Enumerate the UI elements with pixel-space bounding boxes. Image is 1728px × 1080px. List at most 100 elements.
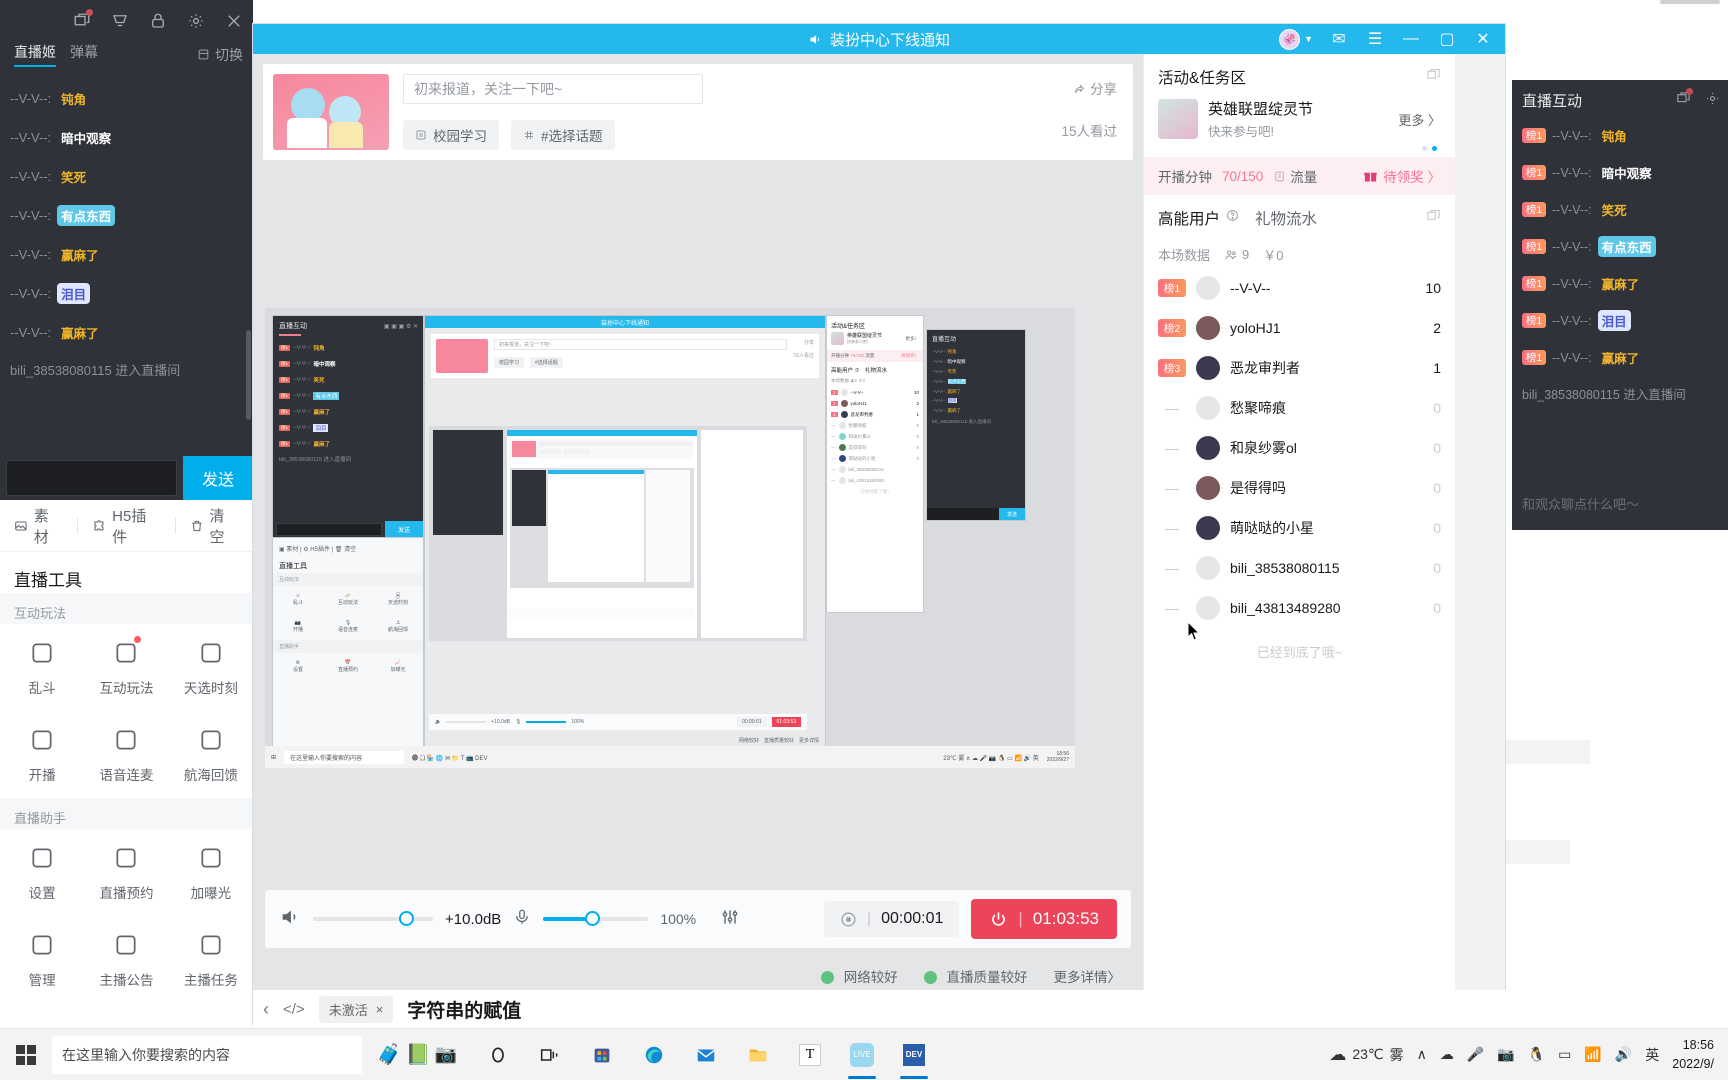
- screenshot-tool-icon[interactable]: 📷: [1497, 1046, 1514, 1063]
- tool-calendar-clock[interactable]: 直播预约: [84, 829, 168, 916]
- user-rank-row[interactable]: 榜1 --V-V-- 10: [1144, 268, 1455, 308]
- carousel-dots[interactable]: [1158, 140, 1441, 151]
- left-toolbar[interactable]: 素材 H5插件 清空: [0, 500, 253, 552]
- file-explorer-icon[interactable]: [732, 1029, 784, 1080]
- volume-icon[interactable]: 🔊: [1615, 1046, 1632, 1063]
- weather-widget[interactable]: ☁ 23℃ 雾: [1329, 1045, 1403, 1065]
- right-chat-icons[interactable]: [1676, 88, 1720, 110]
- mic-slider-knob[interactable]: [585, 911, 601, 926]
- onedrive-icon[interactable]: ☁: [1440, 1046, 1454, 1063]
- screenshot-icon[interactable]: [73, 9, 93, 30]
- right-chat-window[interactable]: 直播互动 榜1 --V-V--: 钝角 榜1 --V-V--: 暗中观察 榜1 --V-V--…: [1512, 80, 1728, 530]
- gear-icon[interactable]: [187, 12, 205, 30]
- speaker-volume-slider[interactable]: [313, 911, 433, 926]
- material-button[interactable]: 素材: [0, 505, 77, 547]
- right-settings-icon[interactable]: [1705, 91, 1720, 110]
- microsoft-store-icon[interactable]: [576, 1029, 628, 1080]
- tool-camera[interactable]: 开播: [0, 711, 84, 798]
- more-details-link[interactable]: 更多详情〉: [1054, 966, 1122, 986]
- ime-indicator[interactable]: 英: [1645, 1045, 1659, 1065]
- cortana-icon[interactable]: [472, 1029, 524, 1080]
- taskbar-clock[interactable]: 18:56 2022/9/: [1672, 1036, 1720, 1072]
- hamburger-menu-icon[interactable]: ☰: [1365, 29, 1385, 49]
- right-screenshot-icon[interactable]: [1676, 88, 1693, 110]
- send-button[interactable]: 发送: [183, 456, 253, 500]
- minimize-button[interactable]: —: [1401, 30, 1421, 48]
- tools-group2-grid[interactable]: 设置 直播预约 加曝光 管理 主播公告 主播任务: [0, 829, 253, 1003]
- left-chat-tabs[interactable]: 直播姬 弹幕 切换: [0, 42, 253, 73]
- search-illustration-icons[interactable]: 🧳 📗 📷: [362, 1029, 472, 1080]
- mail-icon[interactable]: [680, 1029, 732, 1080]
- mail-icon[interactable]: ✉: [1329, 29, 1349, 49]
- left-chat-panel[interactable]: 直播互动 直播姬: [0, 0, 253, 500]
- close-icon[interactable]: [225, 12, 243, 30]
- editor-tabbar[interactable]: ‹ </> 未激活 × 字符串的赋值: [253, 990, 1728, 1028]
- tools-group1-grid[interactable]: 乱斗 互动玩法 天选时刻 开播 语音连麦 航海回馈: [0, 624, 253, 798]
- battery-icon[interactable]: ▭: [1558, 1046, 1571, 1063]
- editor-tab-close-icon[interactable]: ×: [376, 1002, 384, 1017]
- mic-volume-slider[interactable]: [543, 911, 649, 926]
- left-chat-message-list[interactable]: --V-V--: 钝角 --V-V--: 暗中观察 --V-V--: 笑死 --V-V--:…: [0, 73, 253, 352]
- microphone-icon[interactable]: 🎤: [1467, 1046, 1484, 1063]
- user-rank-row[interactable]: 榜3 恶龙审判者 1: [1144, 348, 1455, 388]
- right-chat-list[interactable]: 榜1 --V-V--: 钝角 榜1 --V-V--: 暗中观察 榜1 --V-V--: 笑死 榜1…: [1512, 117, 1728, 376]
- lock-icon[interactable]: [149, 12, 167, 30]
- windows-start-icon[interactable]: [0, 1044, 52, 1065]
- tool-cards[interactable]: 天选时刻: [169, 624, 253, 711]
- tool-anchor[interactable]: 航海回馈: [169, 711, 253, 798]
- user-rank-row[interactable]: — bili_38538080115 0: [1144, 548, 1455, 588]
- status-line[interactable]: 网络较好 直播质量较好 更多详情〉: [820, 966, 1122, 986]
- maximize-button[interactable]: ▢: [1437, 29, 1457, 49]
- question-mark-icon[interactable]: [1226, 209, 1239, 227]
- expand-window-icon[interactable]: [1426, 67, 1441, 87]
- task-view-icon[interactable]: [524, 1029, 576, 1080]
- user-rank-row[interactable]: — 萌哒哒的小星 0: [1144, 508, 1455, 548]
- close-button[interactable]: ✕: [1473, 29, 1493, 49]
- user-rank-row[interactable]: 榜2 yoloHJ1 2: [1144, 308, 1455, 348]
- broadcast-minutes-bar[interactable]: 开播分钟 70/150 流量 待领奖 〉: [1144, 157, 1455, 195]
- popup-icon[interactable]: [111, 12, 129, 30]
- typora-icon[interactable]: T: [784, 1029, 836, 1080]
- system-tray[interactable]: ☁ 23℃ 雾 ∧ ☁ 🎤 📷 🐧 ▭ 📶 🔊 英 18:56 2022/9/: [1329, 1036, 1728, 1072]
- share-button[interactable]: 分享: [1013, 78, 1117, 98]
- left-tools-area[interactable]: 直播工具 互动玩法 乱斗 互动玩法 天选时刻 开播 语音连麦 航海回馈 直播助手 设置 直播…: [0, 552, 253, 1026]
- post-tag-row[interactable]: 校园学习 #选择话题: [403, 120, 999, 150]
- topic-tag-button[interactable]: #选择话题: [511, 120, 615, 150]
- tool-shield[interactable]: 管理: [0, 916, 84, 1003]
- activity-more-link[interactable]: 更多 〉: [1398, 110, 1441, 129]
- user-rank-row[interactable]: — 愁聚啼痕 0: [1144, 388, 1455, 428]
- post-title-input[interactable]: 初来报道，关注一下吧~: [403, 74, 703, 104]
- post-thumbnail[interactable]: [273, 74, 389, 150]
- wifi-icon[interactable]: 📶: [1584, 1046, 1601, 1063]
- user-ranking-list[interactable]: 榜1 --V-V-- 10 榜2 yoloHJ1 2 榜3 恶龙审判者 1 — 愁聚啼痕 0 — 和泉纱雾…: [1144, 268, 1455, 628]
- switch-button[interactable]: 切换: [197, 42, 253, 67]
- tab-danmaku[interactable]: 弹幕: [70, 42, 98, 67]
- tab-gift-stream[interactable]: 礼物流水: [1255, 207, 1317, 229]
- main-window-titlebar[interactable]: 装扮中心下线通知 🦑 ▼ ✉ ☰ — ▢ ✕: [253, 24, 1505, 54]
- broadcast-control-bar[interactable]: +10.0dB 100% | 00:00:01 | 01:03:53: [265, 890, 1131, 948]
- edge-browser-icon[interactable]: [628, 1029, 680, 1080]
- tool-planet[interactable]: 互动玩法: [84, 624, 168, 711]
- live-assistant-left-window[interactable]: 直播互动 直播姬: [0, 0, 253, 1026]
- tool-task-list[interactable]: 主播任务: [169, 916, 253, 1003]
- h5-plugin-button[interactable]: H5插件: [78, 505, 174, 547]
- stop-live-button[interactable]: | 01:03:53: [971, 899, 1117, 939]
- reward-link[interactable]: 待领奖 〉: [1363, 166, 1441, 186]
- post-composer-card[interactable]: 初来报道，关注一下吧~ 校园学习 #选择话题 分享 15人看过: [263, 64, 1133, 160]
- tool-chart-up[interactable]: 加曝光: [169, 829, 253, 916]
- speaker-slider-knob[interactable]: [399, 911, 414, 926]
- editor-tab-inactive[interactable]: 未激活 ×: [318, 995, 394, 1023]
- broadcast-main-window[interactable]: 装扮中心下线通知 🦑 ▼ ✉ ☰ — ▢ ✕ 初来报道，关注一下吧~ 校园学习 …: [253, 24, 1505, 1024]
- chat-scrollbar[interactable]: [246, 330, 251, 420]
- users-tabs[interactable]: 高能用户 礼物流水: [1158, 207, 1317, 229]
- users-expand-window-icon[interactable]: [1426, 208, 1441, 228]
- taskbar-search-input[interactable]: 在这里输入你要搜索的内容: [52, 1035, 362, 1074]
- main-right-column[interactable]: 活动&任务区 英雄联盟绽灵节 快来参与吧! 更多 〉 开播分钟 70/150 流…: [1143, 54, 1455, 1024]
- dev-cpp-icon[interactable]: DEV: [888, 1029, 940, 1080]
- windows-taskbar[interactable]: 在这里输入你要搜索的内容 🧳 📗 📷 T LIVE DEV ☁ 23℃ 雾 ∧ …: [0, 1028, 1728, 1080]
- equalizer-icon[interactable]: [720, 907, 740, 932]
- qq-icon[interactable]: 🐧: [1528, 1046, 1545, 1063]
- microphone-icon[interactable]: [513, 908, 531, 931]
- tool-announcement[interactable]: 主播公告: [84, 916, 168, 1003]
- code-icon[interactable]: </>: [283, 1001, 305, 1018]
